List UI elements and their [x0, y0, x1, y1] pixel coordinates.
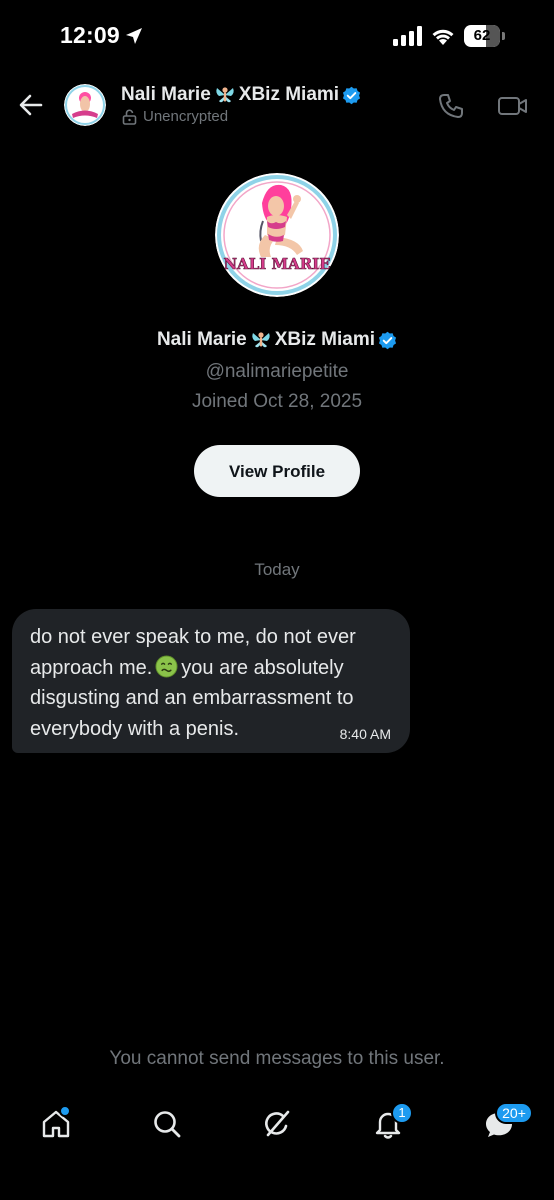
phone-call-icon[interactable]: [437, 92, 465, 120]
fairy-emoji-icon: [252, 332, 270, 348]
bottom-tab-bar: 1 20+: [0, 1100, 554, 1150]
profile-handle: @nalimariepetite: [205, 361, 349, 382]
status-time: 12:09: [60, 22, 120, 48]
battery-indicator: 62: [464, 25, 508, 49]
verified-badge-icon: [378, 331, 397, 349]
nauseated-face-icon: [155, 654, 178, 678]
message-timestamp: 8:40 AM: [339, 726, 391, 742]
header-avatar[interactable]: [64, 84, 106, 126]
avatar-logo-text: NALI MARIE: [223, 255, 330, 273]
header-contact-name[interactable]: Nali Marie XBiz Miami: [121, 84, 361, 106]
verified-badge-icon: [343, 86, 361, 104]
date-separator: Today: [254, 560, 300, 579]
conversation-header: Nali Marie XBiz Miami Unencrypted: [0, 76, 554, 138]
grok-icon: [265, 1110, 290, 1137]
messages-badge: 20+: [495, 1102, 533, 1124]
status-bar: 12:09 62: [0, 0, 554, 76]
video-call-icon[interactable]: [497, 92, 529, 120]
tab-messages[interactable]: 20+: [483, 1102, 533, 1140]
view-profile-button[interactable]: View Profile: [194, 445, 360, 497]
profile-avatar[interactable]: NALI MARIE: [215, 173, 339, 297]
notifications-badge: 1: [391, 1102, 413, 1124]
tab-notifications[interactable]: 1: [372, 1102, 413, 1140]
cellular-signal-icon: [393, 26, 422, 46]
battery-level-text: 62: [473, 27, 491, 44]
encryption-status: Unencrypted: [122, 108, 228, 125]
tab-grok[interactable]: [261, 1108, 293, 1140]
tab-search[interactable]: [151, 1108, 183, 1140]
fairy-emoji-icon: [216, 87, 234, 103]
unlocked-padlock-icon: [122, 108, 137, 125]
back-arrow-icon[interactable]: [14, 88, 48, 122]
search-icon: [154, 1111, 181, 1138]
received-message-bubble[interactable]: do not ever speak to me, do not ever app…: [12, 609, 410, 753]
cannot-send-notice: You cannot send messages to this user.: [109, 1048, 445, 1069]
tab-home[interactable]: [40, 1105, 72, 1140]
home-new-dot: [59, 1105, 71, 1117]
location-arrow-icon: [126, 28, 142, 44]
profile-joined-date: Joined Oct 28, 2025: [191, 391, 363, 412]
wifi-icon: [432, 29, 454, 45]
profile-display-name: Nali Marie XBiz Miami: [0, 329, 554, 351]
